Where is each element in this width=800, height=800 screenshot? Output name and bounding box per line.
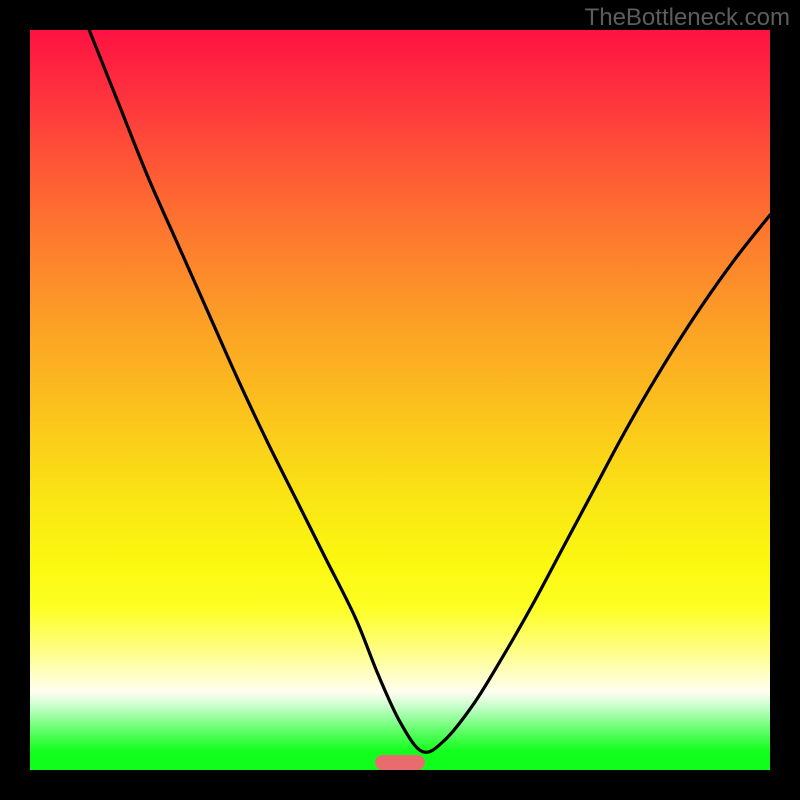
bottleneck-curve-path [89, 30, 770, 752]
curve-svg [30, 30, 770, 770]
trough-marker [375, 755, 425, 770]
plot-area [30, 30, 770, 770]
watermark-text: TheBottleneck.com [585, 4, 790, 32]
chart-container: TheBottleneck.com [0, 0, 800, 800]
